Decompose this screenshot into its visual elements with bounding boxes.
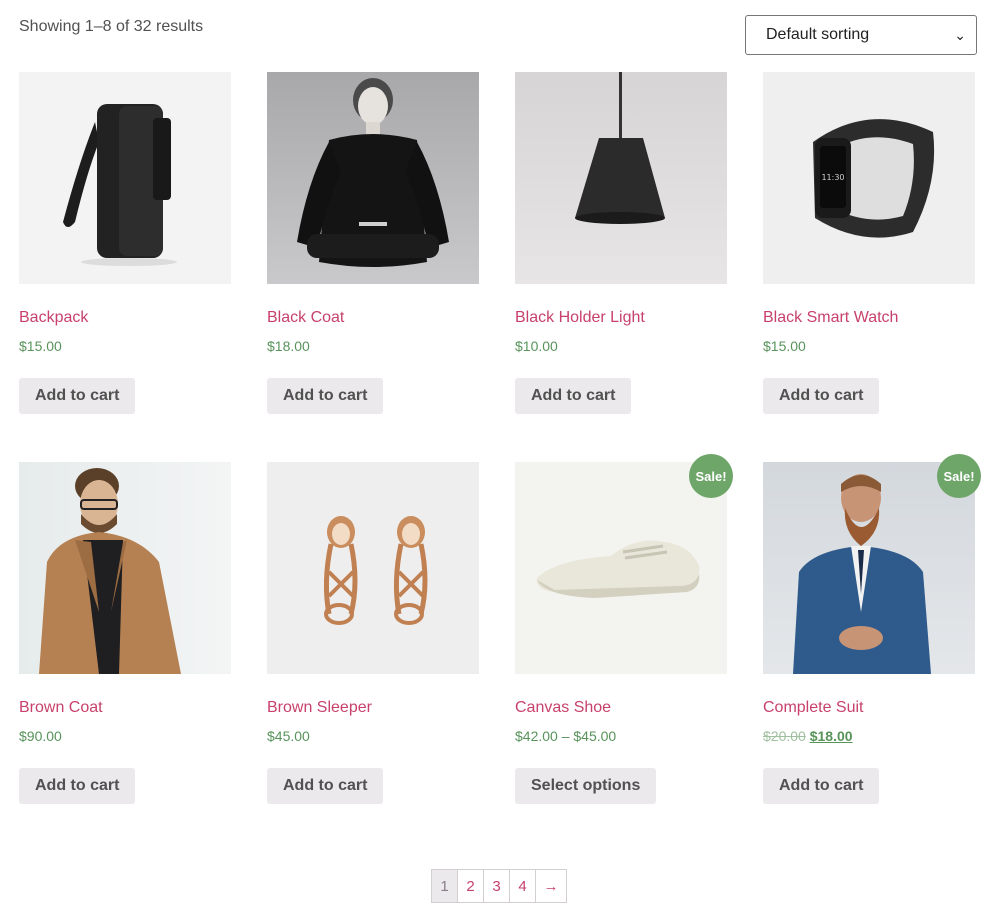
product-price: $90.00 (19, 728, 62, 744)
product-card: Black Coat $18.00 Add to cart (267, 72, 479, 414)
pagination: 1 2 3 4 → (431, 869, 567, 903)
sandals-image[interactable] (267, 462, 479, 674)
product-price: $10.00 (515, 338, 558, 354)
product-price: $18.00 (267, 338, 310, 354)
add-to-cart-button[interactable]: Add to cart (515, 378, 632, 414)
page-1: 1 (432, 870, 458, 902)
add-to-cart-button[interactable]: Add to cart (19, 378, 136, 414)
product-card: Sale! Canvas Shoe $42.00 – $45.00 Select… (515, 454, 733, 804)
product-name[interactable]: Complete Suit (763, 699, 864, 717)
product-price: $20.00 $18.00 (763, 728, 853, 744)
page-4-link[interactable]: 4 (510, 870, 536, 902)
product-card: Sale! Complete Suit $20.00 $18.00 Add to… (763, 454, 981, 804)
sale-price: $18.00 (809, 728, 853, 744)
product-name[interactable]: Brown Sleeper (267, 699, 372, 717)
product-price: $15.00 (19, 338, 62, 354)
product-name[interactable]: Black Smart Watch (763, 309, 898, 327)
sort-select[interactable]: Default sorting ⌄ (745, 15, 977, 55)
add-to-cart-button[interactable]: Add to cart (19, 768, 136, 804)
product-price: $45.00 (267, 728, 310, 744)
page-2-link[interactable]: 2 (458, 870, 484, 902)
product-card: Backpack $15.00 Add to cart (19, 72, 231, 414)
add-to-cart-button[interactable]: Add to cart (763, 378, 880, 414)
product-name[interactable]: Black Holder Light (515, 309, 645, 327)
sale-badge: Sale! (937, 454, 981, 498)
product-price: $42.00 – $45.00 (515, 728, 617, 744)
original-price: $20.00 (763, 728, 806, 744)
product-card: Brown Coat $90.00 Add to cart (19, 462, 231, 804)
product-name[interactable]: Black Coat (267, 309, 344, 327)
page-3-link[interactable]: 3 (484, 870, 510, 902)
select-options-button[interactable]: Select options (515, 768, 657, 804)
next-page-arrow-icon[interactable]: → (536, 870, 566, 902)
add-to-cart-button[interactable]: Add to cart (267, 768, 384, 804)
sale-badge: Sale! (689, 454, 733, 498)
woman-black-coat-image[interactable] (267, 72, 479, 284)
product-name[interactable]: Backpack (19, 309, 88, 327)
canvas-shoe-image[interactable] (515, 462, 727, 674)
product-card: Black Holder Light $10.00 Add to cart (515, 72, 727, 414)
sort-select-value: Default sorting (766, 26, 870, 43)
result-count: Showing 1–8 of 32 results (19, 18, 204, 35)
pendant-lamp-image[interactable] (515, 72, 727, 284)
add-to-cart-button[interactable]: Add to cart (763, 768, 880, 804)
add-to-cart-button[interactable]: Add to cart (267, 378, 384, 414)
backpack-image[interactable] (19, 72, 231, 284)
man-brown-coat-image[interactable] (19, 462, 231, 674)
svg-text:11:30: 11:30 (821, 173, 844, 182)
man-suit-image[interactable] (763, 462, 975, 674)
product-card: Brown Sleeper $45.00 Add to cart (267, 462, 479, 804)
product-name[interactable]: Brown Coat (19, 699, 103, 717)
product-card: 11:30 Black Smart Watch $15.00 Add to ca… (763, 72, 975, 414)
smart-watch-image[interactable]: 11:30 (763, 72, 975, 284)
product-price: $15.00 (763, 338, 806, 354)
product-name[interactable]: Canvas Shoe (515, 699, 611, 717)
chevron-down-icon: ⌄ (954, 26, 966, 43)
